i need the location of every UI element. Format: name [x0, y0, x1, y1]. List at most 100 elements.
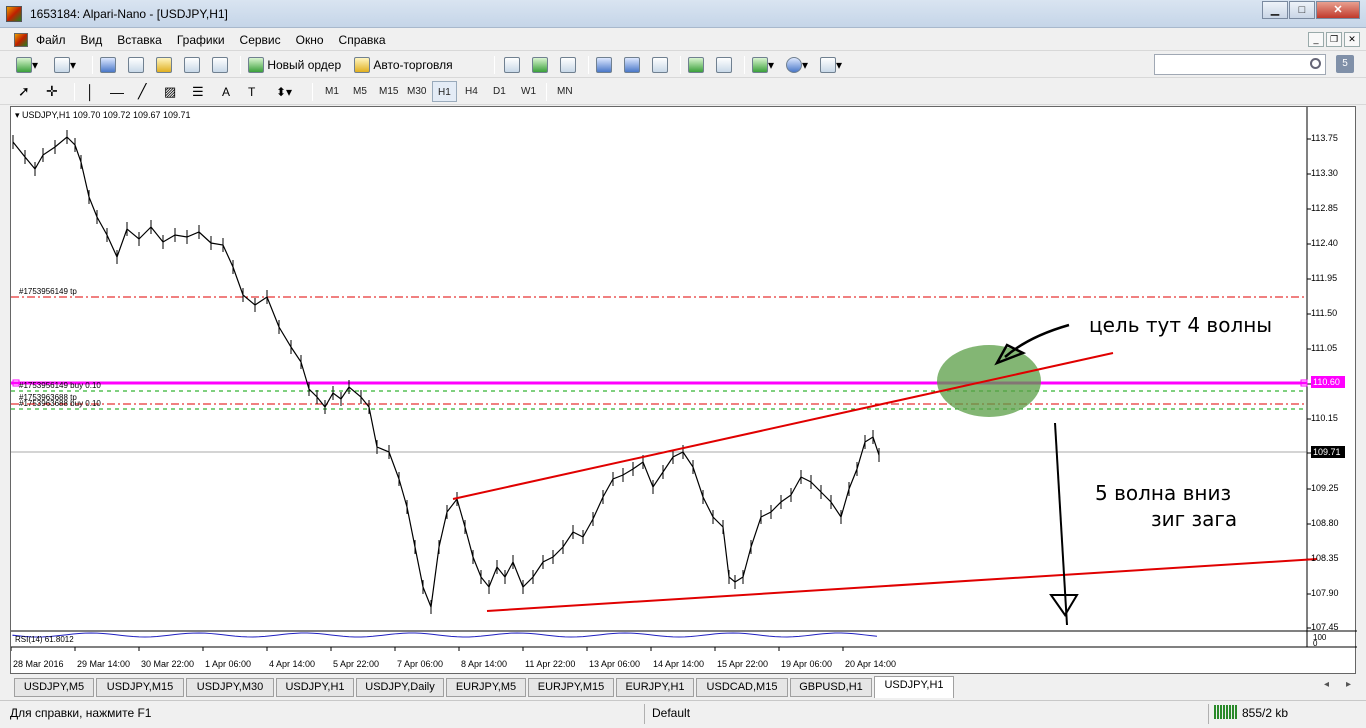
tab-usdjpy-daily[interactable]: USDJPY,Daily: [356, 678, 444, 697]
indicators-button[interactable]: ▾: [752, 54, 774, 75]
menu-charts[interactable]: Графики: [177, 33, 225, 47]
zoom-in-button[interactable]: [596, 54, 612, 75]
tab-usdjpy-m15[interactable]: USDJPY,M15: [96, 678, 184, 697]
arrows-tool[interactable]: ⬍▾: [276, 81, 292, 102]
chart-shift-icon: [716, 56, 732, 73]
tile-windows-button[interactable]: [652, 54, 668, 75]
timeframe-m30[interactable]: M30: [402, 81, 431, 102]
time-tick: 30 Mar 22:00: [141, 659, 195, 669]
timeframe-m15[interactable]: M15: [374, 81, 403, 102]
timeframe-h1[interactable]: H1: [432, 81, 457, 102]
cursor-tool[interactable]: ➚: [18, 81, 30, 102]
new-chart-icon: [16, 56, 32, 73]
strategy-tester-button[interactable]: [212, 54, 228, 75]
tab-gbpusd-h1[interactable]: GBPUSD,H1: [790, 678, 872, 697]
line-chart-button[interactable]: [560, 54, 576, 75]
tile-windows-icon: [652, 56, 668, 73]
timeframe-m1[interactable]: M1: [320, 81, 344, 102]
menu-view[interactable]: Вид: [81, 33, 103, 47]
new-chart-button[interactable]: ▾: [16, 54, 38, 75]
periods-button[interactable]: ▾: [786, 54, 808, 75]
auto-trading-label: Авто-торговля: [373, 57, 453, 72]
price-tick: 110.15: [1311, 413, 1338, 423]
time-tick: 29 Mar 14:00: [77, 659, 131, 669]
menu-file[interactable]: Файл: [36, 33, 66, 47]
minimize-button[interactable]: ▁: [1262, 1, 1288, 19]
close-button[interactable]: ✕: [1316, 1, 1360, 19]
order-label-buy-2[interactable]: #1753963688 buy 0.10: [19, 399, 101, 408]
tab-eurjpy-h1[interactable]: EURJPY,H1: [616, 678, 694, 697]
menu-tools[interactable]: Сервис: [240, 33, 281, 47]
time-tick: 8 Apr 14:00: [461, 659, 508, 669]
chart-window[interactable]: ▾ USDJPY,H1 109.70 109.72 109.67 109.71 …: [10, 106, 1357, 675]
strategy-tester-icon: [212, 56, 228, 73]
status-divider: [1208, 704, 1209, 724]
candlestick-button[interactable]: [532, 54, 548, 75]
trendline-tool[interactable]: ╱: [138, 81, 146, 102]
timeframe-m5[interactable]: M5: [348, 81, 372, 102]
time-tick: 14 Apr 14:00: [653, 659, 705, 669]
order-label-tp[interactable]: #1753956149 tp: [19, 287, 77, 296]
upper-trendline: [452, 352, 1114, 500]
order-label-buy[interactable]: #1753956149 buy 0.10: [19, 381, 101, 390]
templates-button[interactable]: ▾: [820, 54, 842, 75]
tab-usdjpy-m30[interactable]: USDJPY,M30: [186, 678, 274, 697]
favorites-button[interactable]: [156, 54, 172, 75]
cursor-icon: ➚: [18, 83, 30, 99]
menu-insert[interactable]: Вставка: [117, 33, 162, 47]
new-order-button[interactable]: Новый ордер: [248, 54, 341, 75]
horizontal-line-tool[interactable]: —: [110, 81, 124, 102]
profiles-button[interactable]: ▾: [54, 54, 76, 75]
child-close-button[interactable]: ✕: [1344, 32, 1360, 47]
menu-help[interactable]: Справка: [339, 33, 386, 47]
equidistant-channel-tool[interactable]: ▨: [164, 81, 176, 102]
status-bar: Для справки, нажмите F1 Default 855/2 kb: [0, 700, 1366, 728]
tabs-scroll-right-icon[interactable]: ▸: [1346, 679, 1351, 690]
maximize-button[interactable]: □: [1289, 1, 1315, 19]
auto-scroll-button[interactable]: [688, 54, 704, 75]
toolbar-separator: [744, 56, 745, 74]
market-watch-button[interactable]: [100, 54, 116, 75]
symbol-ohlc-text: USDJPY,H1 109.70 109.72 109.67 109.71: [22, 110, 191, 120]
child-minimize-button[interactable]: _: [1308, 32, 1324, 47]
menu-window[interactable]: Окно: [296, 33, 324, 47]
tab-eurjpy-m5[interactable]: EURJPY,M5: [446, 678, 526, 697]
fibonacci-tool[interactable]: ☰: [192, 81, 204, 102]
tab-usdjpy-h1-active[interactable]: USDJPY,H1: [874, 676, 954, 698]
title-bar: 1653184: Alpari-Nano - [USDJPY,H1] ▁ □ ✕: [0, 0, 1366, 28]
timeframe-h4[interactable]: H4: [460, 81, 483, 102]
search-icon[interactable]: [1310, 58, 1321, 69]
timeframe-mn[interactable]: MN: [552, 81, 578, 102]
price-tick: 111.05: [1311, 343, 1338, 353]
tab-eurjpy-m15[interactable]: EURJPY,M15: [528, 678, 614, 697]
tab-usdjpy-h1[interactable]: USDJPY,H1: [276, 678, 354, 697]
price-tick: 109.25: [1311, 483, 1339, 493]
auto-trading-button[interactable]: Авто-торговля: [354, 54, 453, 75]
terminal-button[interactable]: [184, 54, 200, 75]
bar-chart-button[interactable]: [504, 54, 520, 75]
crosshair-tool[interactable]: ✛: [46, 81, 58, 102]
vertical-line-tool[interactable]: │: [86, 81, 95, 102]
indicator-label: RSI(14) 61.8012: [15, 635, 74, 644]
timeframe-d1[interactable]: D1: [488, 81, 511, 102]
indicator-min: 0: [1313, 639, 1318, 648]
rsi-line: [12, 632, 878, 638]
text-label-tool[interactable]: T: [248, 81, 255, 102]
child-restore-button[interactable]: ❐: [1326, 32, 1342, 47]
chart-window-icon[interactable]: [14, 33, 28, 47]
price-chart[interactable]: [11, 107, 1357, 675]
messages-icon[interactable]: 5: [1336, 55, 1354, 73]
tabs-scroll-left-icon[interactable]: ◂: [1324, 679, 1329, 690]
search-input[interactable]: [1154, 54, 1326, 75]
candlestick-icon: [532, 56, 548, 73]
auto-scroll-icon: [688, 56, 704, 73]
chart-shift-button[interactable]: [716, 54, 732, 75]
timeframe-w1[interactable]: W1: [516, 81, 541, 102]
tab-usdcad-m15[interactable]: USDCAD,M15: [696, 678, 788, 697]
tab-usdjpy-m5[interactable]: USDJPY,M5: [14, 678, 94, 697]
navigator-button[interactable]: [128, 54, 144, 75]
price-tick: 107.90: [1311, 588, 1339, 598]
vertical-line-icon: │: [86, 83, 95, 100]
zoom-out-button[interactable]: [624, 54, 640, 75]
text-tool[interactable]: A: [222, 81, 230, 102]
